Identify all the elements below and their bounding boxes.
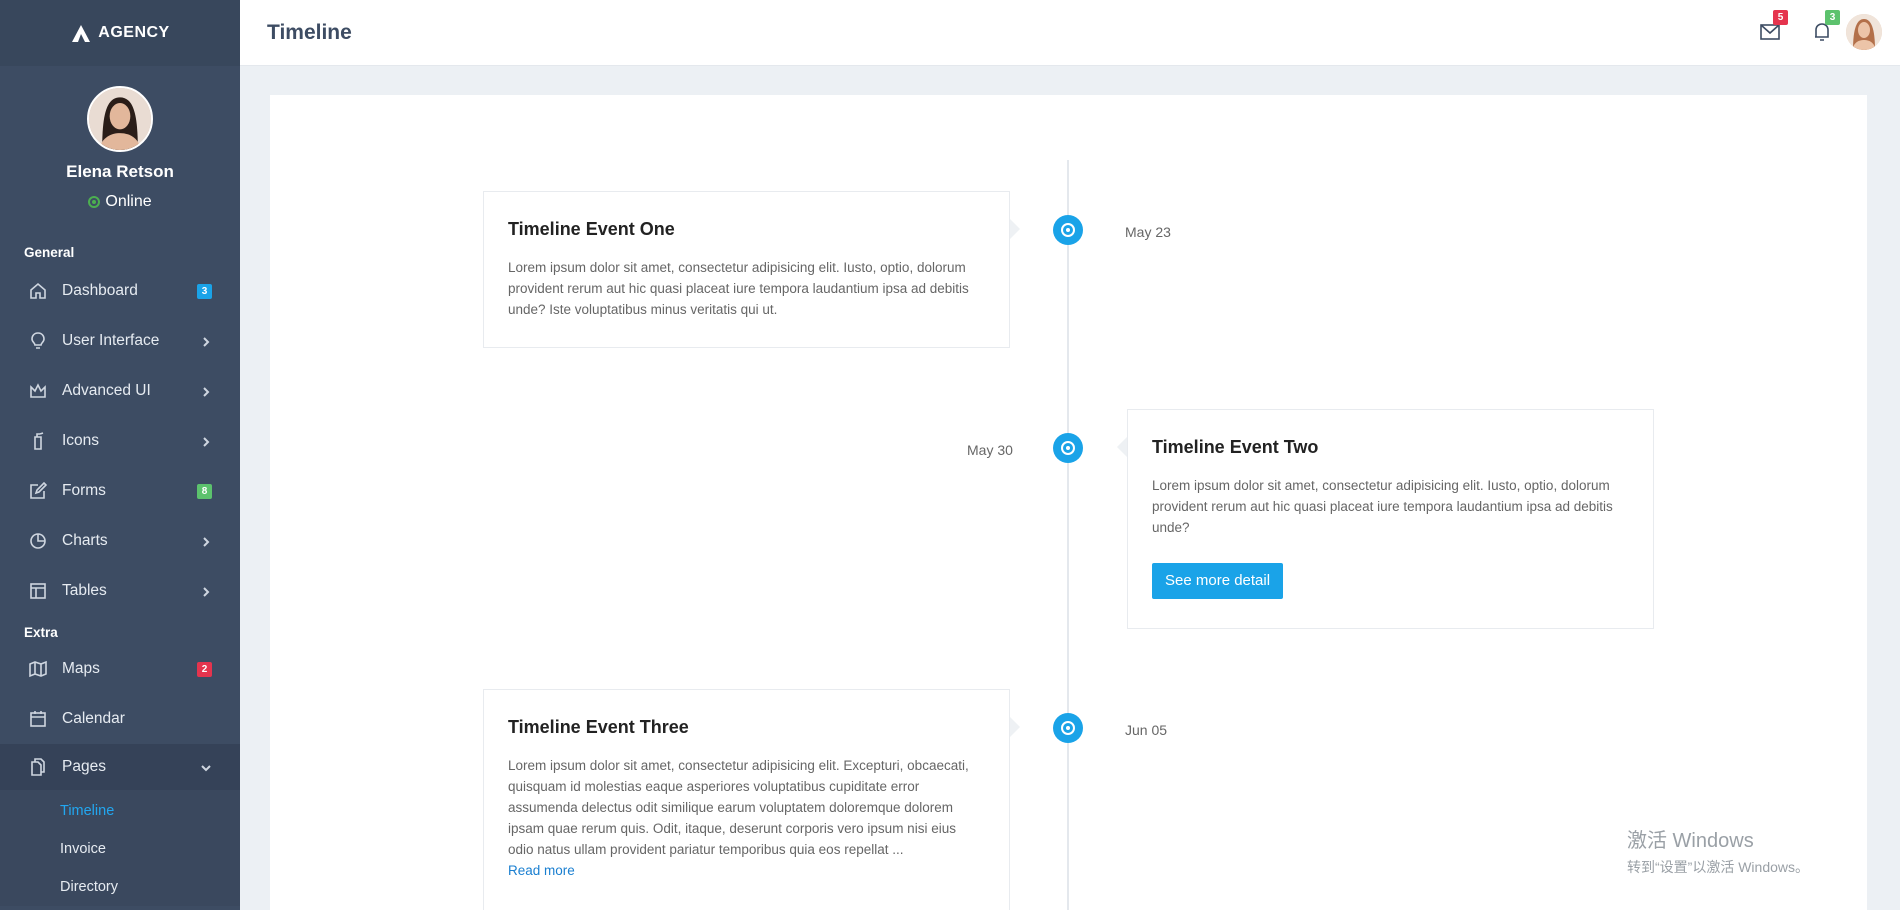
event-title: Timeline Event Three <box>508 717 689 737</box>
brand-logo[interactable]: AGENCY <box>0 0 240 66</box>
sidebar-item-tables[interactable]: Tables <box>0 566 240 616</box>
sidebar-item-label: Advanced UI <box>62 382 151 399</box>
map-icon <box>28 659 48 679</box>
sidebar-item-label: Charts <box>62 532 108 549</box>
timeline-marker-icon <box>1053 215 1083 245</box>
see-more-detail-button[interactable]: See more detail <box>1152 563 1284 599</box>
sidebar-item-label: Icons <box>62 432 100 449</box>
timeline-event-three: Timeline Event Three Lorem ipsum dolor s… <box>483 689 1020 910</box>
profile-name: Elena Retson <box>66 162 174 181</box>
timeline-line <box>1067 160 1069 910</box>
logo-icon <box>72 25 91 42</box>
sidebar-item-forms[interactable]: Forms 8 <box>0 466 240 516</box>
lightbulb-icon <box>28 331 48 351</box>
sidebar-item-label: User Interface <box>62 332 160 349</box>
section-title-extra: Extra <box>24 625 58 640</box>
brand-name: AGENCY <box>98 24 170 41</box>
sidebar-item-icons[interactable]: Icons <box>0 416 240 466</box>
chevron-right-icon <box>200 435 212 447</box>
event-date: May 23 <box>1125 224 1171 240</box>
sidebar-subitem-directory[interactable]: Directory <box>0 868 240 906</box>
event-text: Lorem ipsum dolor sit amet, consectetur … <box>508 755 985 881</box>
user-profile: Elena Retson Online <box>0 66 240 211</box>
timeline-card: Timeline Event One Lorem ipsum dolor sit… <box>270 95 1867 910</box>
online-status-icon <box>88 196 101 208</box>
sidebar-item-label: Tables <box>62 582 107 599</box>
avatar[interactable] <box>87 86 153 152</box>
sidebar: AGENCY Elena Retson Online General Dashb… <box>0 0 240 910</box>
dashboard-badge: 3 <box>197 283 212 299</box>
read-more-link[interactable]: Read more <box>508 860 985 881</box>
section-title-general: General <box>24 245 75 260</box>
page-title: Timeline <box>267 20 352 44</box>
timeline-event-two: Timeline Event Two Lorem ipsum dolor sit… <box>1117 409 1654 629</box>
event-text: Lorem ipsum dolor sit amet, consectetur … <box>508 260 969 317</box>
timeline-event-one: Timeline Event One Lorem ipsum dolor sit… <box>483 191 1020 348</box>
sidebar-item-advanced-ui[interactable]: Advanced UI <box>0 366 240 416</box>
watermark-line-2: 转到“设置”以激活 Windows。 <box>1627 859 1810 875</box>
table-icon <box>28 581 48 601</box>
maps-badge: 2 <box>197 661 212 677</box>
calendar-icon <box>28 709 48 729</box>
event-text-body: Lorem ipsum dolor sit amet, consectetur … <box>508 758 969 857</box>
forms-badge: 8 <box>197 483 212 499</box>
sidebar-item-label: Forms <box>62 482 106 499</box>
sidebar-item-maps[interactable]: Maps 2 <box>0 644 240 694</box>
event-title: Timeline Event Two <box>1152 437 1319 457</box>
timeline-marker-icon <box>1053 713 1083 743</box>
chevron-right-icon <box>200 335 212 347</box>
edit-icon <box>28 481 48 501</box>
crown-icon <box>28 381 48 401</box>
status-label: Online <box>105 193 152 210</box>
watermark-line-1: 激活 Windows <box>1627 830 1754 852</box>
pie-chart-icon <box>28 531 48 551</box>
sidebar-subitem-timeline[interactable]: Timeline <box>0 792 240 830</box>
sidebar-item-calendar[interactable]: Calendar <box>0 694 240 744</box>
sidebar-item-charts[interactable]: Charts <box>0 516 240 566</box>
mail-badge: 5 <box>1773 10 1788 25</box>
sidebar-item-label: Maps <box>62 660 100 677</box>
top-header: Timeline 5 3 <box>240 0 1900 66</box>
home-icon <box>28 281 48 301</box>
sidebar-item-label: Pages <box>62 758 106 775</box>
timeline-marker-icon <box>1053 433 1083 463</box>
mail-button[interactable]: 5 <box>1758 10 1788 44</box>
pages-icon <box>28 757 48 777</box>
event-text: Lorem ipsum dolor sit amet, consectetur … <box>1152 478 1613 535</box>
profile-status: Online <box>0 193 240 211</box>
chevron-down-icon <box>200 761 212 773</box>
sidebar-item-dashboard[interactable]: Dashboard 3 <box>0 266 240 316</box>
notifications-badge: 3 <box>1825 10 1840 25</box>
sidebar-item-user-interface[interactable]: User Interface <box>0 316 240 366</box>
chevron-right-icon <box>200 535 212 547</box>
sidebar-item-label: Calendar <box>62 710 125 727</box>
user-avatar-menu[interactable] <box>1846 14 1882 50</box>
sidebar-item-pages[interactable]: Pages <box>0 744 240 790</box>
notifications-button[interactable]: 3 <box>1810 10 1840 44</box>
chevron-right-icon <box>200 385 212 397</box>
event-title: Timeline Event One <box>508 219 675 239</box>
sidebar-item-label: Dashboard <box>62 282 138 299</box>
sidebar-subitem-invoice[interactable]: Invoice <box>0 830 240 868</box>
fire-extinguisher-icon <box>28 431 48 451</box>
event-date: May 30 <box>967 442 1013 458</box>
event-date: Jun 05 <box>1125 722 1168 738</box>
windows-activation-watermark: 激活 Windows 转到“设置”以激活 Windows。 <box>1627 824 1809 877</box>
chevron-right-icon <box>200 585 212 597</box>
